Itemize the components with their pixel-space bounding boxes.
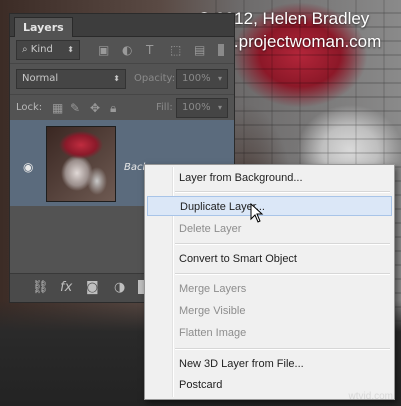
link-layers-icon[interactable]: ⛓ <box>32 280 49 296</box>
menu-item-new-3d-layer[interactable]: New 3D Layer from File... <box>145 354 394 374</box>
menu-item-flatten-image[interactable]: Flatten Image <box>145 323 394 343</box>
menu-separator <box>175 191 390 193</box>
chevron-down-icon: ⬍ <box>113 74 120 83</box>
lock-all-icon[interactable]: 🔒︎ <box>110 101 116 115</box>
menu-item-merge-visible[interactable]: Merge Visible <box>145 301 394 321</box>
blend-row: Normal ⬍ Opacity: 100% ▾ <box>10 64 234 95</box>
menu-item-convert-smart-object[interactable]: Convert to Smart Object <box>145 249 394 269</box>
blend-mode-select[interactable]: Normal ⬍ <box>16 69 126 89</box>
tab-layers[interactable]: Layers <box>14 17 73 37</box>
menu-separator <box>175 348 390 350</box>
filter-kind-select[interactable]: ⌕ Kind ⬍ <box>16 40 80 60</box>
shape-filter-icon[interactable]: ⬚ <box>170 43 181 57</box>
type-filter-icon[interactable]: T <box>146 43 153 57</box>
search-icon: ⌕ <box>22 44 28 55</box>
adjustment-layer-icon[interactable]: ◑ <box>114 280 125 296</box>
fill-label: Fill: <box>156 102 173 113</box>
menu-separator <box>175 243 390 245</box>
opacity-value: 100% <box>182 73 211 84</box>
blend-mode-value: Normal <box>22 73 59 84</box>
chevron-down-icon: ▾ <box>217 74 222 83</box>
lock-label: Lock: <box>16 102 43 113</box>
lock-row: Lock: ▦ ✎ ✥ 🔒︎ Fill: 100% ▾ <box>10 95 234 122</box>
opacity-field[interactable]: 100% ▾ <box>176 69 228 89</box>
menu-separator <box>175 273 390 275</box>
menu-item-layer-from-background[interactable]: Layer from Background... <box>145 168 394 188</box>
adjustment-filter-icon[interactable]: ◐ <box>122 43 132 57</box>
filter-kind-value: Kind <box>30 44 53 55</box>
site-credit: wtvid.com <box>348 391 393 402</box>
add-mask-icon[interactable]: ◙ <box>86 280 99 296</box>
fill-field[interactable]: 100% ▾ <box>176 98 228 118</box>
pixel-filter-icon[interactable]: ▣ <box>98 43 109 57</box>
opacity-label: Opacity: <box>134 73 176 84</box>
menu-item-duplicate-layer[interactable]: Duplicate Layer... <box>147 196 392 216</box>
smart-object-filter-icon[interactable]: ▤ <box>194 43 205 57</box>
chevron-down-icon: ▾ <box>217 103 222 112</box>
lock-transparent-icon[interactable]: ▦ <box>52 101 63 115</box>
menu-item-delete-layer[interactable]: Delete Layer <box>145 219 394 239</box>
lock-move-icon[interactable]: ✥ <box>90 101 100 115</box>
fx-icon[interactable]: fx <box>60 280 72 296</box>
lock-brush-icon[interactable]: ✎ <box>70 101 80 115</box>
mouse-pointer-icon <box>250 203 264 223</box>
fill-value: 100% <box>182 102 211 113</box>
eye-icon[interactable]: ◉ <box>23 160 33 174</box>
filter-toggle-icon[interactable] <box>218 44 224 56</box>
chevron-down-icon: ⬍ <box>67 45 74 54</box>
context-menu: Layer from Background... Duplicate Layer… <box>144 164 395 400</box>
menu-item-merge-layers[interactable]: Merge Layers <box>145 279 394 299</box>
filter-row: ⌕ Kind ⬍ ▣ ◐ T ⬚ ▤ <box>10 37 234 64</box>
panel-tab-bar: Layers <box>10 14 234 37</box>
layer-thumbnail[interactable] <box>46 126 116 202</box>
